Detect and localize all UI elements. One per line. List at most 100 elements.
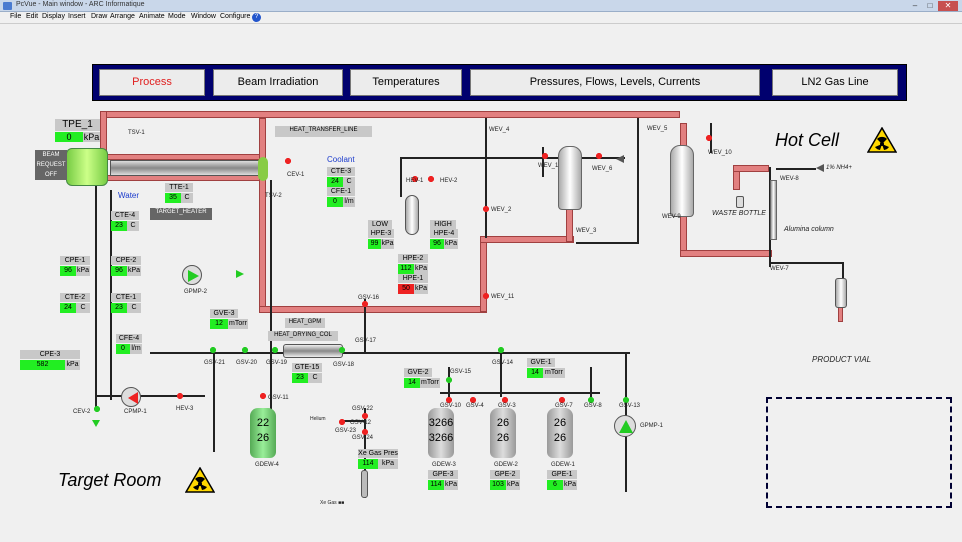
wev-1-label: WEV_1 bbox=[538, 163, 559, 169]
cfe-4-name: CFE-4 bbox=[116, 334, 142, 343]
target-tube bbox=[110, 160, 260, 176]
cpe-3-name: CPE-3 bbox=[20, 350, 80, 359]
gdew-2-label: GDEW-2 bbox=[494, 462, 518, 468]
gsv-22-label: GSV-22 bbox=[352, 406, 374, 412]
gsv-17-label: GSV-17 bbox=[355, 338, 377, 344]
cpe-3-readout: 582 kPa bbox=[20, 360, 80, 370]
gve-1-name: GVE-1 bbox=[527, 358, 555, 367]
line-wev4 bbox=[485, 118, 487, 238]
tte-1-name: TTE-1 bbox=[165, 183, 193, 192]
wev-10-valve[interactable] bbox=[704, 134, 714, 142]
hev-3-valve[interactable] bbox=[175, 392, 185, 400]
gsv-25-valve[interactable] bbox=[337, 418, 347, 426]
wev-11-label: WEV_11 bbox=[491, 294, 515, 300]
wev-2-label: WEV_2 bbox=[491, 207, 512, 213]
wev-3-label: WEV_3 bbox=[576, 228, 597, 234]
wev-11-valve[interactable] bbox=[481, 292, 491, 300]
gsv-11-valve[interactable] bbox=[258, 392, 268, 400]
gsv-13-label: GSV-13 bbox=[619, 403, 641, 409]
gpe-3-readout: 114 kPa bbox=[428, 480, 458, 490]
gsv-23-valve[interactable] bbox=[360, 412, 370, 420]
wev-5-label: WEV_5 bbox=[647, 126, 668, 132]
gve-3-name: GVE-3 bbox=[210, 309, 238, 318]
wev-1-valve[interactable] bbox=[540, 152, 550, 160]
cte-3-name: CTE-3 bbox=[327, 167, 355, 176]
gsv-21-label: GSV-21 bbox=[204, 360, 226, 366]
beam-request-status[interactable]: BEAM REQUEST OFF bbox=[35, 150, 67, 180]
pipe-rise bbox=[480, 236, 487, 312]
heat-gpm-label: HEAT_GPM bbox=[285, 318, 325, 328]
hpe-2-name: HPE-2 bbox=[398, 254, 428, 263]
gte-15-readout: 23 C bbox=[292, 373, 322, 383]
cpmp-1-pump[interactable] bbox=[121, 387, 141, 407]
gpmp-2-pump[interactable] bbox=[182, 265, 202, 285]
hev-1-label: HEV-1 bbox=[406, 178, 424, 184]
gsv-20-valve[interactable] bbox=[240, 346, 250, 354]
gsv-12-label: GSV-12 bbox=[350, 420, 372, 426]
cev-1-label: CEV-1 bbox=[287, 172, 305, 178]
hev-2-valve[interactable] bbox=[426, 175, 436, 183]
gsv-21-valve[interactable] bbox=[208, 346, 218, 354]
gve-2-name: GVE-2 bbox=[404, 368, 432, 377]
gsv-10-label: GSV-10 bbox=[440, 403, 462, 409]
cev-2-valve[interactable] bbox=[92, 405, 102, 413]
hev-3-label: HEV-3 bbox=[176, 406, 194, 412]
gsv-4-label: GSV-4 bbox=[466, 403, 484, 409]
cpmp-1-label: CPMP-1 bbox=[124, 409, 147, 415]
cte-2-readout: 24 C bbox=[60, 303, 90, 313]
gsv-14-label: GSV-14 bbox=[492, 360, 514, 366]
pipe-waste-top bbox=[733, 165, 769, 172]
gdew-4-label: GDEW-4 bbox=[255, 462, 279, 468]
cte-1-name: CTE-1 bbox=[111, 293, 141, 302]
alumina-column-label: Alumina column bbox=[784, 226, 834, 233]
nh4-arrow-icon bbox=[816, 164, 824, 172]
gsv-14-valve[interactable] bbox=[496, 346, 506, 354]
xe-gas-pres-readout: 114 kPa bbox=[358, 459, 398, 469]
gdew-1-tank: 26 26 bbox=[547, 408, 573, 458]
gdew-3-tank: 3266 3266 bbox=[428, 408, 454, 458]
cfe-4-readout: 0 l/m bbox=[116, 344, 142, 354]
line-gsv21 bbox=[213, 352, 215, 452]
waste-bottle bbox=[736, 196, 744, 208]
vent-arrow-icon bbox=[616, 155, 624, 163]
target-heater-button[interactable]: TARGET_HEATER bbox=[150, 208, 212, 220]
alumina-column bbox=[770, 180, 777, 240]
cpe-2-name: CPE-2 bbox=[111, 256, 141, 265]
line-gdew bbox=[440, 392, 600, 394]
cev-1-valve[interactable] bbox=[283, 157, 293, 165]
tpe-label: TPE_1 bbox=[55, 119, 100, 131]
gpmp-1-pump[interactable] bbox=[614, 415, 636, 437]
wev-6-label: WEV_6 bbox=[592, 166, 613, 172]
helium-label: Helium bbox=[310, 416, 326, 422]
wev-6-valve[interactable] bbox=[594, 152, 604, 160]
gpmp-2-label: GPMP-2 bbox=[184, 289, 208, 295]
heat-transfer-line-label: HEAT_TRANSFER_LINE bbox=[275, 126, 372, 137]
gsv-20-label: GSV-20 bbox=[236, 360, 258, 366]
gpe-1-readout: 6 kPa bbox=[547, 480, 577, 490]
gsv-18-valve[interactable] bbox=[337, 346, 347, 354]
drain-arrow-icon bbox=[92, 420, 100, 427]
pipe-vertical-left bbox=[259, 118, 266, 310]
gsv-24-label: GSV-24 bbox=[352, 435, 374, 441]
cte-3-readout: 24 C bbox=[327, 177, 355, 187]
hev-2-label: HEV-2 bbox=[440, 178, 458, 184]
hpe-3-name: HPE-3 bbox=[368, 229, 394, 238]
wev-2-valve[interactable] bbox=[481, 205, 491, 213]
tsv-1-label: TSV-1 bbox=[128, 130, 145, 136]
line-gsv8 bbox=[590, 367, 592, 397]
xe-gas-label: Xe Gas ■■ bbox=[320, 500, 345, 506]
line-gsv14 bbox=[500, 352, 502, 397]
tsv-2-label: TSV-2 bbox=[265, 193, 282, 199]
radiation-hazard-icon bbox=[184, 466, 216, 493]
gve-1-readout: 14 mTorr bbox=[527, 368, 565, 378]
column-vessel-2 bbox=[670, 145, 694, 217]
hpe-1-readout: 50 kPa bbox=[398, 284, 428, 294]
gsv-16-valve[interactable] bbox=[360, 300, 370, 308]
gsv-19-valve[interactable] bbox=[270, 346, 280, 354]
hpe-4-name: HPE-4 bbox=[430, 229, 458, 238]
gsv-15-valve[interactable] bbox=[444, 376, 454, 384]
wev-4-label: WEV_4 bbox=[489, 127, 510, 133]
line-wev6-h bbox=[576, 242, 639, 244]
wev-7-label: WEV-7 bbox=[770, 266, 789, 272]
gsv-15-label: GSV-15 bbox=[450, 369, 472, 375]
